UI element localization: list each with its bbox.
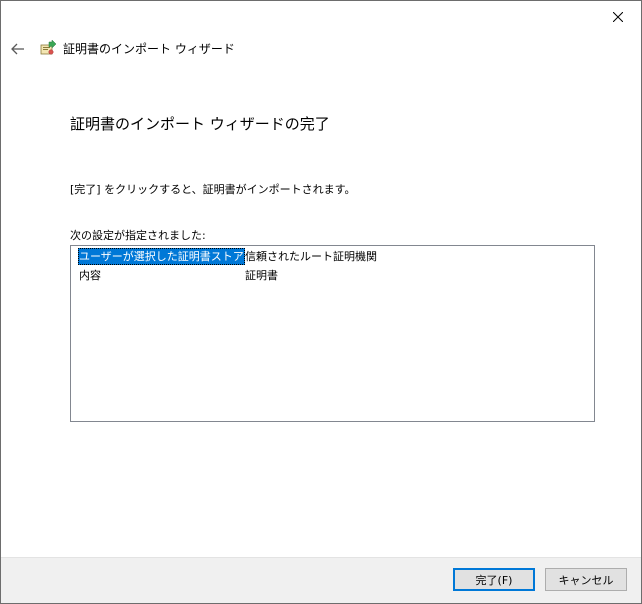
settings-row-store[interactable]: ユーザーが選択した証明書ストア 信頼されたルート証明機関 [74,248,574,265]
settings-row-content[interactable]: 内容 証明書 [74,267,574,284]
close-button[interactable] [595,1,641,33]
finish-button[interactable]: 完了(F) [453,568,535,591]
setting-name: ユーザーが選択した証明書ストア [78,248,245,265]
certificate-wizard-icon [40,39,57,55]
close-icon [613,12,623,22]
cancel-button[interactable]: キャンセル [545,568,627,591]
button-bar: 完了(F) キャンセル [1,557,641,603]
description-text: [完了] をクリックすると、証明書がインポートされます。 [70,183,356,196]
setting-value: 信頼されたルート証明機関 [245,250,377,263]
settings-label: 次の設定が指定されました: [70,229,206,242]
settings-list[interactable]: ユーザーが選択した証明書ストア 信頼されたルート証明機関 内容 証明書 [70,245,595,422]
wizard-title: 証明書のインポート ウィザード [63,42,235,56]
back-arrow-icon[interactable] [10,41,26,57]
setting-value: 証明書 [245,269,278,282]
setting-name: 内容 [79,269,101,282]
certificate-import-wizard-window: 証明書のインポート ウィザード 証明書のインポート ウィザードの完了 [完了] … [0,0,642,604]
page-heading: 証明書のインポート ウィザードの完了 [70,115,330,133]
